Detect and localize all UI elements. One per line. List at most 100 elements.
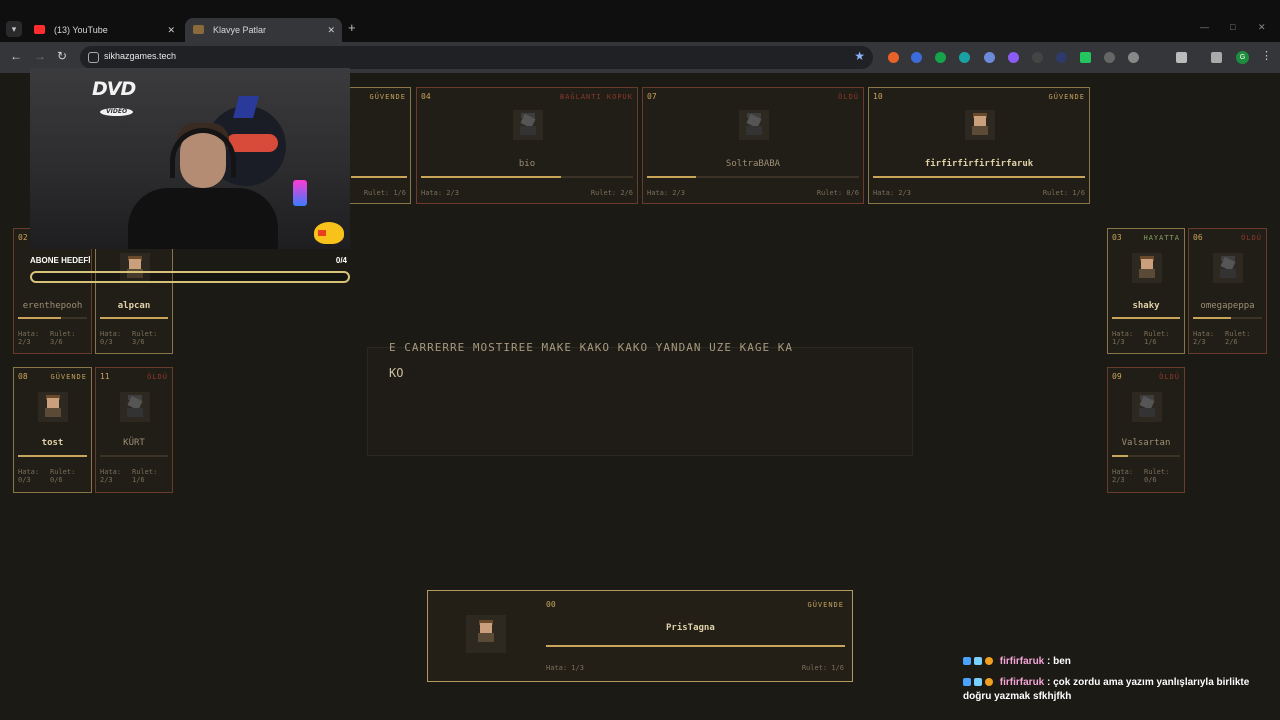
minimize-icon[interactable]: — xyxy=(1200,22,1209,32)
tab-klavye-patlar[interactable]: Klavye Patlar ✕ xyxy=(185,18,342,42)
reading-list-icon[interactable] xyxy=(1211,52,1222,63)
forward-icon[interactable]: → xyxy=(34,49,46,63)
player-health-bar xyxy=(351,176,407,178)
player-name: bio xyxy=(518,159,536,169)
player-status: GÜVENDE xyxy=(807,601,844,609)
extension-icon[interactable] xyxy=(984,52,995,63)
player-hata: Hata: 0/3 xyxy=(100,330,122,346)
player-card: 11 ÖLDÜ KÜRT Hata: 2/3 Rulet: 1/6 xyxy=(95,367,173,493)
youtube-icon xyxy=(34,25,45,34)
profile-avatar[interactable]: G xyxy=(1236,51,1249,64)
player-health-bar xyxy=(18,455,87,457)
player-avatar xyxy=(513,110,543,140)
player-rulet: Rulet: 0/6 xyxy=(1144,468,1170,484)
extension-icon[interactable] xyxy=(1128,52,1139,63)
extensions-puzzle-icon[interactable] xyxy=(1176,52,1187,63)
chat-message: firfirfaruk : ben xyxy=(963,655,1263,669)
extension-icon[interactable] xyxy=(1080,52,1091,63)
player-hata: Hata: 2/3 xyxy=(1193,330,1215,346)
browser-tab-bar: ▾ (13) YouTube ✕ Klavye Patlar ✕ + — □ ✕ xyxy=(0,0,1280,42)
player-hata: Hata: 0/3 xyxy=(18,468,40,484)
player-status: HAYATTA xyxy=(1143,234,1180,242)
player-rulet: Rulet: 3/6 xyxy=(132,330,158,346)
close-tab-icon[interactable]: ✕ xyxy=(327,18,335,42)
window-close-icon[interactable]: ✕ xyxy=(1258,22,1266,33)
player-rulet: Rulet: 0/6 xyxy=(50,468,76,484)
player-name: shaky xyxy=(1132,301,1160,311)
player-health-bar xyxy=(1112,455,1180,457)
chat-text: : ben xyxy=(1047,656,1071,667)
webcam-overlay: DVD VIDEO xyxy=(30,68,350,249)
new-tab-button[interactable]: + xyxy=(348,20,356,35)
player-card: 09 ÖLDÜ Valsartan Hata: 2/3 Rulet: 0/6 xyxy=(1107,367,1185,493)
player-hata: Hata: 1/3 xyxy=(1112,330,1134,346)
player-name: KÜRT xyxy=(123,438,145,448)
player-status: ÖLDÜ xyxy=(1241,234,1262,242)
player-rulet: Rulet: 1/6 xyxy=(1042,189,1085,197)
player-number: 00 xyxy=(546,600,556,609)
chat-username: firfirfaruk xyxy=(999,656,1045,667)
player-name: omegapeppa xyxy=(1200,301,1255,311)
extension-icon[interactable] xyxy=(888,52,899,63)
chat-badges-icon xyxy=(963,656,995,666)
streamer-figure xyxy=(128,188,278,249)
player-health-bar xyxy=(647,176,859,178)
extension-icon[interactable] xyxy=(1104,52,1115,63)
player-rulet: Rulet: 2/6 xyxy=(590,189,633,197)
chat-overlay: firfirfaruk : ben firfirfaruk : çok zord… xyxy=(963,655,1263,711)
player-health-bar xyxy=(1193,317,1262,319)
address-bar[interactable]: sikhazgames.tech ★ xyxy=(80,46,873,69)
subscriber-goal: ABONE HEDEFİ 0/4 xyxy=(30,250,350,286)
player-hata: Hata: 2/3 xyxy=(421,189,459,197)
bookmark-star-icon[interactable]: ★ xyxy=(854,49,865,63)
player-avatar xyxy=(965,110,995,140)
player-name: tost xyxy=(41,438,64,448)
player-number: 03 xyxy=(1112,233,1122,242)
close-tab-icon[interactable]: ✕ xyxy=(167,18,175,42)
player-name: firfirfirfirfirfaruk xyxy=(924,159,1034,169)
extension-icon[interactable] xyxy=(959,52,970,63)
player-number: 02 xyxy=(18,233,28,242)
player-hata: Hata: 2/3 xyxy=(100,468,122,484)
menu-kebab-icon[interactable]: ⋮ xyxy=(1261,49,1272,62)
own-player-card: 00 GÜVENDE PrisTagna Hata: 1/3 Rulet: 1/… xyxy=(427,590,853,682)
player-avatar xyxy=(739,110,769,140)
site-info-icon[interactable] xyxy=(88,52,99,63)
player-hata: Hata: 2/3 xyxy=(873,189,911,197)
player-number: 04 xyxy=(421,92,431,101)
reload-icon[interactable]: ↻ xyxy=(57,49,67,63)
player-rulet: Rulet: 0/6 xyxy=(816,189,859,197)
player-name: SoltraBABA xyxy=(725,159,781,169)
player-rulet: Rulet: 1/6 xyxy=(363,189,406,197)
player-number: 10 xyxy=(873,92,883,101)
player-card: 04 BAĞLANTI KOPUK bio Hata: 2/3 Rulet: 2… xyxy=(416,87,638,204)
extension-icon[interactable] xyxy=(1032,52,1043,63)
player-health-bar xyxy=(873,176,1085,178)
player-number: 06 xyxy=(1193,233,1203,242)
player-name: alpcan xyxy=(117,301,151,311)
url-text: sikhazgames.tech xyxy=(104,51,177,61)
player-name: Valsartan xyxy=(1121,438,1171,448)
typing-area[interactable]: E CARRERRE MOSTIREE MAKE KAKO KAKO YANDA… xyxy=(367,342,913,456)
tab-youtube[interactable]: (13) YouTube ✕ xyxy=(26,18,182,42)
player-health-bar xyxy=(546,645,845,647)
maximize-icon[interactable]: □ xyxy=(1230,22,1235,32)
player-hata: Hata: 1/3 xyxy=(546,664,584,672)
player-card: 07 ÖLDÜ SoltraBABA Hata: 2/3 Rulet: 0/6 xyxy=(642,87,864,204)
extension-icon[interactable] xyxy=(911,52,922,63)
chat-username: firfirfaruk xyxy=(999,677,1045,688)
back-icon[interactable]: ← xyxy=(10,49,22,63)
player-health-bar xyxy=(100,455,168,457)
player-name: erenthepooh xyxy=(22,301,83,311)
player-avatar xyxy=(466,615,506,653)
previous-line-text: E CARRERRE MOSTIREE MAKE KAKO KAKO YANDA… xyxy=(389,342,793,352)
player-status: GÜVENDE xyxy=(50,373,87,381)
player-hata: Hata: 2/3 xyxy=(18,330,40,346)
chat-badges-icon xyxy=(963,677,995,687)
game-favicon-icon xyxy=(193,25,204,34)
player-card: 08 GÜVENDE tost Hata: 0/3 Rulet: 0/6 xyxy=(13,367,92,493)
tab-search-button[interactable]: ▾ xyxy=(6,21,22,37)
extension-icon[interactable] xyxy=(1008,52,1019,63)
extension-icon[interactable] xyxy=(1056,52,1067,63)
grammarly-icon[interactable] xyxy=(935,52,946,63)
